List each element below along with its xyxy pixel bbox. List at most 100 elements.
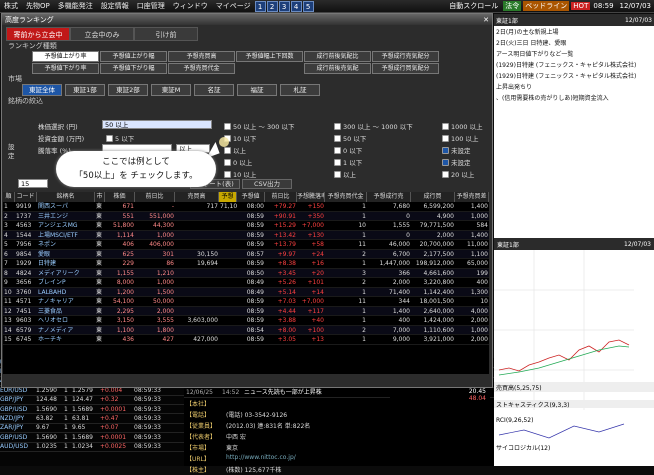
table-row[interactable]: 12 7451 三菱食品 東 2,295 2,000 08:59 +4.44 +117 1 1,40… [3,306,489,316]
ranking-type-button[interactable]: 予想値下がり率 [32,63,99,74]
ranking-type-button[interactable]: 予想値幅上下回数 [236,51,303,62]
layout-1-button[interactable]: 1 [254,0,266,12]
news-headline[interactable]: アース明日値下がりなど一覧 [494,48,654,59]
table-row[interactable]: 11 4571 ナノキャリア 東 54,100 50,000 08:59 +7.03 +7,00… [3,297,489,307]
fx-row[interactable]: GBP/JPY 124.48 1 124.47 +0.32 08:59:33 [0,396,184,405]
column-header[interactable]: 順 [3,192,15,202]
column-header[interactable]: 市 [95,192,105,202]
market-button[interactable]: 東証1部 [65,84,105,96]
ranking-type-button[interactable]: 成行前後気配比 [304,51,371,62]
table-row[interactable]: 14 6579 ナノメディア 東 1,100 1,800 08:54 +8.00 +100 2 7,… [3,325,489,335]
column-header[interactable]: コード [15,192,37,202]
law-button[interactable]: 法令 [503,1,522,11]
rate-option-unset[interactable]: 未設定 [442,145,471,155]
extra-option-0-above[interactable]: 0 以上 [224,157,252,167]
fx-row[interactable]: ZAR/JPY 9.67 1 9.65 +0.07 08:59:33 [0,424,184,434]
headline-button[interactable]: ベッドライン [523,1,570,11]
column-header[interactable]: 予想成行売 [367,192,411,202]
menu-settings[interactable]: 設定情報 [97,1,133,11]
table-row[interactable]: 1 9919 関西スーパ 東 671 - 71771,100 08:00 +79.27 +150 1… [3,202,489,212]
news-headline[interactable]: 、(信用需要株の売がりしあ)短期資金流入 [494,92,654,103]
column-header[interactable]: 成行買 [411,192,455,202]
layout-2-button[interactable]: 2 [266,0,278,12]
extra-option-above[interactable]: 以上 [334,169,356,179]
layout-4-button[interactable]: 4 [290,0,302,12]
column-header[interactable]: 前日比 [135,192,175,202]
table-row[interactable]: 3 4563 アンジェスMG 東 51,800 44,300 08:59 +15.29 +7,0… [3,221,489,231]
table-row[interactable]: 5 7956 ネポン 東 406 406,000 08:59 +13.79 +58 11 46,00… [3,240,489,250]
table-row[interactable]: 15 6745 ホーチキ 東 436 427 427,000 08:59 +3.05 +13 1 9,… [3,335,489,345]
table-row[interactable]: 13 9603 ヘリオセロ 東 3,150 3,555 3,603,000 08:59 +3.8… [3,316,489,326]
hot-button[interactable]: HOT [571,2,591,10]
fx-row[interactable]: GBP/USD 1.5690 1 1.5689 +0.0001 08:59:33 [0,433,184,443]
rate-option-0-below[interactable]: 0 以下 [334,145,362,155]
price-chart[interactable]: 売買高(5,25,75) ストキャスティクス(9,3,3) RCI(9,26,5… [494,250,654,466]
table-row[interactable]: 10 3760 LALBAHD 東 1,200 1,500 08:49 +5.14 +14 1 71… [3,287,489,297]
market-button[interactable]: 東証全体 [22,84,62,96]
market-button[interactable]: 福証 [237,84,277,96]
market-button[interactable]: 名証 [194,84,234,96]
autoscroll-toggle[interactable]: 自動スクロール [446,1,501,11]
news-headline[interactable]: 上昇出発ちり [494,81,654,92]
price-option-300-1000[interactable]: 300 以上 ～ 1000 以下 [334,121,413,131]
fx-row[interactable]: AUD/USD 1.0235 1 1.0234 +0.0025 08:59:33 [0,443,184,452]
invest-option-50[interactable]: 50 以下 [334,133,366,143]
extra-option-20-above[interactable]: 20 以上 [442,169,474,179]
column-header[interactable]: 予想値 [237,192,265,202]
ranking-type-button[interactable]: 成行前後売気配 [304,63,371,74]
table-row[interactable]: 8 4824 メディアリーク 東 1,155 1,210 08:50 +3.45 +20 3 366… [3,268,489,278]
market-button[interactable]: 東証2部 [108,84,148,96]
news-headline[interactable]: 2日(火)三日 日特建、愛眼 [494,37,654,48]
fx-row[interactable]: GBP/USD 1.5690 1 1.5689 +0.0001 08:59:33 [0,405,184,415]
fx-row[interactable]: NZD/JPY 63.82 1 63.81 +0.47 08:59:33 [0,414,184,424]
table-row[interactable]: 2 1737 三井エンジ 東 551 551,000 08:59 +90.91 +350 1 0 4,… [3,211,489,221]
column-header[interactable]: 株価 [105,192,135,202]
column-header[interactable]: 売買高 [175,192,219,202]
column-header[interactable]: 予想 [219,192,237,202]
company-url[interactable]: http://www.nittoc.co.jp/ [226,454,296,463]
layout-5-button[interactable]: 5 [302,0,314,12]
tab-before-close[interactable]: 引け前 [134,27,198,41]
table-row[interactable]: 4 1544 上場MSCI/ETF 東 1,114 1,000 08:59 +13.42 +13… [3,230,489,240]
rate-option-above[interactable]: 以上 [224,145,246,155]
extra-option-unset[interactable]: 未設定 [442,157,471,167]
news-headline[interactable]: (1929)日特建 (フェニックス・キャピタル株式会社) [494,70,654,81]
extra-option-10-above[interactable]: 10 以上 [224,169,256,179]
ranking-type-button[interactable]: 予想値上がり幅 [100,51,167,62]
close-icon[interactable]: ✕ [483,16,492,24]
ranking-type-button[interactable]: 予想値上がり率 [32,51,99,62]
tab-pre-open[interactable]: 寄前から立会中 [6,27,70,41]
menu-futures[interactable]: 先物OP [22,1,54,11]
csv-export-button[interactable]: CSV出力 [242,179,292,189]
price-input[interactable]: 50 以上 [102,120,212,129]
ranking-type-button[interactable]: 予想成行買気配分 [372,63,439,74]
price-option-50-300[interactable]: 50 以上 ～ 300 以下 [224,121,294,131]
result-count-select[interactable]: 15 [18,179,48,188]
column-header[interactable]: 銘柄名 [37,192,95,202]
table-row[interactable]: 7 1929 日特建 東 229 86 19,694 08:59 +8.38 +16 1 1,447,… [3,259,489,269]
menu-account[interactable]: 口座管理 [133,1,169,11]
table-row[interactable]: 6 9854 愛眼 東 625 301 30,150 08:57 +9.97 +24 2 6,700 2… [3,249,489,259]
extra-option-1-below[interactable]: 1 以下 [334,157,362,167]
news-headline[interactable]: 2日(月)の主な新規上場 [494,26,654,37]
menu-order[interactable]: 多機能発注 [54,1,97,11]
ranking-type-button[interactable]: 予想売買代金 [168,63,235,74]
menu-mypage[interactable]: マイページ [212,1,255,11]
column-header[interactable]: 前日比 [265,192,297,202]
table-row[interactable]: 9 3656 ブレインP 東 8,000 1,000 08:49 +5.26 +101 2 2,00… [3,278,489,288]
tab-session-only[interactable]: 立会中のみ [70,27,134,41]
ranking-type-button[interactable]: 予想値下がり幅 [100,63,167,74]
invest-option-5[interactable]: 5 以下 [106,133,134,143]
market-button[interactable]: 札証 [280,84,320,96]
column-header[interactable]: 予想騰落率 [297,192,325,202]
price-option-1000[interactable]: 1000 以上 [442,121,483,131]
ranking-type-button[interactable]: 予想成行売気配分 [372,51,439,62]
column-header[interactable]: 予想売買差 [455,192,489,202]
layout-3-button[interactable]: 3 [278,0,290,12]
menu-stock[interactable]: 株式 [0,1,22,11]
menu-window[interactable]: ウィンドウ [169,1,212,11]
market-button[interactable]: 東証M [151,84,191,96]
news-headline[interactable]: (1929)日特建 (フェニックス・キャピタル株式会社) [494,59,654,70]
ranking-type-button[interactable]: 予想売買高 [168,51,235,62]
invest-option-100[interactable]: 100 以上 [442,133,478,143]
